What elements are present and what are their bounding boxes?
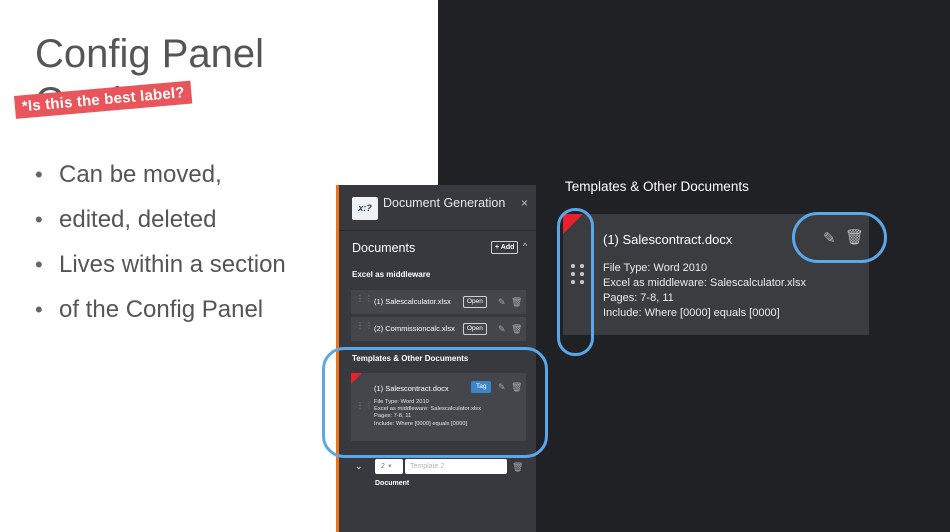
app-logo-icon: x:? bbox=[352, 197, 378, 220]
card-title: (1) Salescontract.docx bbox=[603, 232, 733, 247]
bullet-item-continued: of the Config Panel bbox=[35, 287, 335, 332]
pencil-icon[interactable]: ✎ bbox=[498, 324, 506, 334]
doc-name: (1) Salescalculator.xlsx bbox=[374, 297, 451, 306]
chevron-down-icon[interactable]: ⌄ bbox=[355, 461, 363, 472]
card-meta: File Type: Word 2010 Excel as middleware… bbox=[603, 261, 806, 321]
open-button[interactable]: Open bbox=[463, 296, 487, 308]
drag-handle-icon[interactable]: ⋮⋮ bbox=[356, 295, 374, 303]
bullet-item: Lives within a section bbox=[35, 242, 335, 287]
bullet-text: edited, deleted bbox=[59, 206, 217, 233]
add-document-button[interactable]: + Add bbox=[491, 241, 519, 254]
caret-up-icon[interactable]: ^ bbox=[523, 241, 527, 251]
template-name-input[interactable]: Template 2 bbox=[405, 459, 507, 474]
documents-heading: Documents bbox=[352, 241, 416, 255]
file-type: File Type: Word 2010 bbox=[603, 262, 708, 274]
bullet-list: Can be moved, edited, deleted Lives with… bbox=[35, 152, 335, 332]
pages: Pages: 7-8, 11 bbox=[603, 292, 674, 304]
excel-section-heading: Excel as middleware bbox=[352, 270, 431, 279]
highlight-drag-handle bbox=[557, 208, 594, 356]
panel-header: x:? Document Generation × bbox=[339, 185, 536, 231]
bullet-text: of the Config Panel bbox=[59, 296, 264, 323]
close-icon[interactable]: × bbox=[521, 196, 528, 210]
panel-title: Document Generation bbox=[383, 196, 506, 210]
drag-handle-icon[interactable]: ⋮⋮ bbox=[356, 322, 374, 330]
slide-title-line1: Config Panel bbox=[35, 32, 265, 76]
open-button[interactable]: Open bbox=[463, 323, 487, 335]
trash-icon[interactable]: 🗑 bbox=[511, 297, 522, 307]
chevron-down-icon: ▼ bbox=[386, 464, 393, 470]
doc-name: (2) Commissioncalc.xlsx bbox=[374, 324, 455, 333]
excel-doc-row[interactable]: ⋮⋮ (2) Commissioncalc.xlsx Open ✎ 🗑 bbox=[351, 317, 526, 341]
bullet-item: Can be moved, bbox=[35, 152, 335, 197]
include-rule: Include: Where [0000] equals [0000] bbox=[603, 307, 780, 319]
document-label: Document bbox=[375, 480, 410, 487]
bullet-item-continued: edited, deleted bbox=[35, 197, 335, 242]
excel-middleware: Excel as middleware: Salescalculator.xls… bbox=[603, 277, 806, 289]
excel-doc-row[interactable]: ⋮⋮ (1) Salescalculator.xlsx Open ✎ 🗑 bbox=[351, 290, 526, 314]
highlight-edit-delete bbox=[792, 212, 887, 263]
zoom-section-heading: Templates & Other Documents bbox=[565, 179, 749, 194]
select-value: 2 bbox=[381, 463, 385, 470]
trash-icon[interactable]: 🗑 bbox=[511, 324, 522, 334]
pencil-icon[interactable]: ✎ bbox=[498, 297, 506, 307]
number-select[interactable]: 2 ▼ bbox=[375, 459, 403, 474]
highlight-small-card bbox=[322, 347, 548, 458]
trash-icon[interactable]: 🗑 bbox=[512, 462, 523, 472]
